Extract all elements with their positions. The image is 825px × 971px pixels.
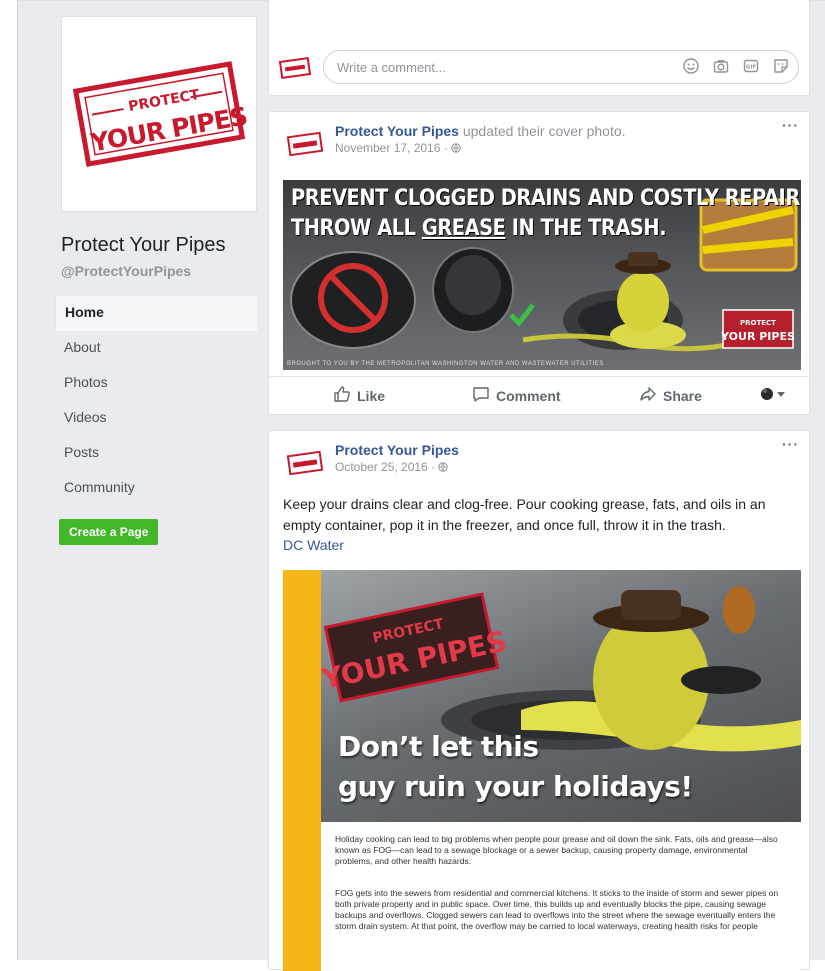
more-options-icon[interactable]: ··· (782, 436, 799, 452)
cover-headline-2: THROW ALL GREASE IN THE TRASH. (291, 216, 667, 241)
previous-post-comment-area: Write a comment... GIF (268, 0, 810, 96)
more-options-icon[interactable]: ··· (782, 117, 799, 133)
nav-item-posts[interactable]: Posts (55, 436, 257, 471)
comment-tools: GIF (682, 57, 790, 75)
flyer-headline-1: Don’t let this (338, 730, 539, 763)
share-label: Share (663, 387, 702, 404)
camera-icon[interactable] (712, 57, 730, 75)
comment-label: Comment (496, 387, 561, 404)
post-date: November 17, 2016 · (335, 141, 461, 155)
svg-text:YOUR PIPES: YOUR PIPES (720, 330, 795, 343)
flyer-paragraph-2: FOG gets into the sewers from residentia… (335, 888, 779, 931)
post-cover-photo-update: Protect Your Pipes updated their cover p… (268, 111, 810, 415)
flyer: PROTECT YOUR PIPES Don’t let this guy ru… (318, 570, 801, 971)
cover-headline-1: PREVENT CLOGGED DRAINS AND COSTLY REPAIR… (291, 186, 801, 211)
share-icon (639, 385, 657, 406)
post-date: October 25, 2016 · (335, 460, 449, 474)
post-holiday-grease: Protect Your Pipes October 25, 2016 · ··… (268, 430, 810, 971)
page-nav: Home About Photos Videos Posts Community (55, 296, 257, 506)
post-actions: Like Comment Share (269, 376, 809, 412)
nav-item-videos[interactable]: Videos (55, 401, 257, 436)
nav-item-about[interactable]: About (55, 331, 257, 366)
emoji-icon[interactable] (682, 57, 700, 75)
cover-credit: BROUGHT TO YOU BY THE METROPOLITAN WASHI… (287, 361, 604, 367)
flyer-headline-2: guy ruin your holidays! (338, 770, 693, 803)
cover-headline-2-grease: GREASE (421, 216, 506, 241)
post-as-selector[interactable] (759, 387, 787, 404)
page-title[interactable]: Protect Your Pipes (61, 234, 226, 257)
svg-text:GIF: GIF (746, 65, 757, 71)
nav-item-photos[interactable]: Photos (55, 366, 257, 401)
flyer-paragraph-1: Holiday cooking can lead to big problems… (335, 834, 778, 866)
cover-photo[interactable]: PROTECT YOUR PIPES PREVENT CLOGGED DRAIN… (283, 180, 801, 370)
comment-placeholder: Write a comment... (337, 60, 446, 75)
post-action-text: updated their cover photo. (462, 123, 626, 139)
left-column: PROTECT YOUR PIPES Protect Your Pipes @P… (17, 0, 267, 960)
nav-item-community[interactable]: Community (55, 471, 257, 506)
nav-item-home[interactable]: Home (55, 296, 257, 331)
post-timestamp[interactable]: November 17, 2016 · (335, 141, 448, 155)
comment-input[interactable]: Write a comment... GIF (323, 50, 799, 84)
thumbs-up-icon (333, 385, 351, 406)
post-header: Protect Your Pipes updated their cover p… (335, 123, 626, 139)
avatar[interactable] (283, 444, 327, 482)
post-text: Keep your drains clear and clog-free. Po… (283, 496, 766, 533)
post-timestamp[interactable]: October 25, 2016 · (335, 460, 435, 474)
author-link[interactable]: Protect Your Pipes (335, 123, 459, 139)
profile-picture[interactable]: PROTECT YOUR PIPES (61, 16, 257, 212)
avatar[interactable] (283, 125, 327, 163)
cover-headline-2-post: IN THE TRASH. (505, 216, 667, 241)
globe-icon (451, 141, 461, 155)
share-button[interactable]: Share (639, 385, 702, 406)
sticker-icon[interactable] (772, 57, 790, 75)
comment-icon (472, 385, 490, 406)
post-header: Protect Your Pipes (335, 442, 459, 458)
page-handle[interactable]: @ProtectYourPipes (61, 263, 191, 279)
like-label: Like (357, 387, 386, 404)
cover-headline-2-pre: THROW ALL (291, 216, 422, 241)
comment-button[interactable]: Comment (472, 385, 561, 406)
globe-icon (438, 460, 449, 474)
post-image[interactable]: PROTECT YOUR PIPES Don’t let this guy ru… (283, 570, 801, 971)
gif-icon[interactable]: GIF (742, 57, 760, 75)
page-avatar-small-icon (759, 387, 787, 404)
post-tag-link[interactable]: DC Water (283, 537, 344, 553)
avatar (278, 54, 312, 82)
create-page-button[interactable]: Create a Page (59, 519, 159, 545)
like-button[interactable]: Like (333, 385, 385, 406)
author-link[interactable]: Protect Your Pipes (335, 442, 459, 458)
flyer-photo: PROTECT YOUR PIPES Don’t let this guy ru… (318, 570, 801, 822)
svg-text:PROTECT: PROTECT (740, 319, 776, 327)
logo-text-bottom: YOUR PIPES (88, 101, 250, 158)
